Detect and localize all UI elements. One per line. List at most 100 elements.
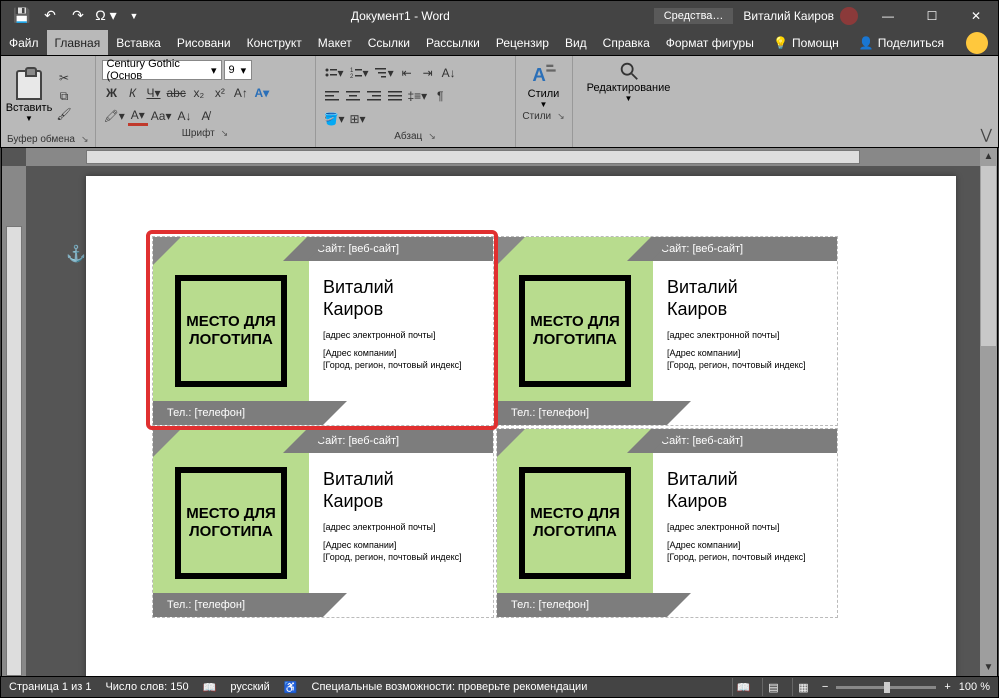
page-status[interactable]: Страница 1 из 1: [9, 681, 91, 693]
line-spacing-button[interactable]: ‡≡▾: [406, 86, 430, 106]
logo-placeholder[interactable]: МЕСТО ДЛЯ ЛОГОТИПА: [175, 275, 287, 387]
change-case-button[interactable]: Aa▾: [149, 106, 174, 126]
zoom-slider[interactable]: [836, 686, 936, 689]
strike-button[interactable]: abc: [165, 83, 188, 103]
tab-format[interactable]: Формат фигуры: [658, 30, 762, 55]
numbering-button[interactable]: 12▾: [347, 63, 371, 83]
print-layout-button[interactable]: ▤: [762, 678, 784, 696]
align-right-button[interactable]: [364, 86, 384, 106]
justify-button[interactable]: [385, 86, 405, 106]
tab-layout[interactable]: Макет: [310, 30, 360, 55]
align-center-button[interactable]: [343, 86, 363, 106]
grow-font-button[interactable]: A↑: [231, 83, 251, 103]
page[interactable]: Сайт: [веб-сайт] МЕСТО ДЛЯ ЛОГОТИПА Вита…: [86, 176, 956, 676]
sort-button[interactable]: A↓: [439, 63, 459, 83]
cut-button[interactable]: ✂: [55, 70, 73, 86]
smiley-icon[interactable]: [966, 32, 988, 54]
copy-button[interactable]: ⧉: [55, 88, 73, 104]
borders-button[interactable]: ⊞▾: [347, 109, 367, 129]
title-bar: 💾 ↶ ↷ Ω ▾ ▼ Документ1 - Word Средства… В…: [0, 0, 999, 30]
tab-design[interactable]: Конструкт: [239, 30, 310, 55]
spellcheck-icon[interactable]: 📖: [203, 681, 217, 694]
omega-button[interactable]: Ω ▾: [93, 3, 119, 29]
minimize-button[interactable]: —: [866, 1, 910, 31]
web-layout-button[interactable]: ▦: [792, 678, 814, 696]
text-effects-button[interactable]: A▾: [252, 83, 272, 103]
logo-placeholder[interactable]: МЕСТО ДЛЯ ЛОГОТИПА: [519, 275, 631, 387]
tab-view[interactable]: Вид: [557, 30, 595, 55]
logo-placeholder[interactable]: МЕСТО ДЛЯ ЛОГОТИПА: [175, 467, 287, 579]
accessibility-icon[interactable]: ♿: [284, 681, 298, 694]
zoom-in-button[interactable]: +: [944, 681, 950, 693]
bold-button[interactable]: Ж: [102, 83, 122, 103]
shading-button[interactable]: 🪣▾: [322, 109, 347, 129]
format-painter-button[interactable]: 🖌: [55, 106, 73, 122]
tab-help[interactable]: Справка: [595, 30, 658, 55]
scroll-up-button[interactable]: ▲: [980, 148, 997, 165]
superscript-button[interactable]: x²: [210, 83, 230, 103]
business-card[interactable]: Сайт: [веб-сайт] МЕСТО ДЛЯ ЛОГОТИПА Вита…: [152, 428, 494, 618]
tab-insert[interactable]: Вставка: [108, 30, 169, 55]
qat-customize[interactable]: ▼: [121, 3, 147, 29]
editing-label: Редактирование: [587, 82, 671, 94]
business-card[interactable]: Сайт: [веб-сайт] МЕСТО ДЛЯ ЛОГОТИПА Вита…: [496, 236, 838, 426]
accessibility-status[interactable]: Специальные возможности: проверьте реком…: [312, 681, 588, 693]
user-account[interactable]: Виталий Каиров: [743, 7, 858, 25]
svg-text:A: A: [532, 64, 545, 85]
bullets-button[interactable]: ▾: [322, 63, 346, 83]
increase-indent-button[interactable]: ⇥: [418, 63, 438, 83]
italic-button[interactable]: К: [123, 83, 143, 103]
redo-button[interactable]: ↷: [65, 3, 91, 29]
show-marks-button[interactable]: ¶: [430, 86, 450, 106]
underline-button[interactable]: Ч▾: [144, 83, 164, 103]
lightbulb-icon: 💡: [773, 36, 788, 50]
language-status[interactable]: русский: [230, 681, 269, 693]
tab-draw[interactable]: Рисовани: [169, 30, 239, 55]
subscript-button[interactable]: x₂: [189, 83, 209, 103]
scroll-thumb[interactable]: [981, 166, 996, 346]
font-family-select[interactable]: Century Gothic (Основ▾: [102, 60, 222, 80]
clipboard-launcher[interactable]: ↘: [81, 134, 89, 145]
shrink-font-button[interactable]: A↓: [174, 106, 194, 126]
business-card[interactable]: Сайт: [веб-сайт] МЕСТО ДЛЯ ЛОГОТИПА Вита…: [496, 428, 838, 618]
paragraph-launcher[interactable]: ↘: [428, 131, 436, 142]
share-button[interactable]: 👤 Поделиться: [851, 36, 952, 50]
tab-references[interactable]: Ссылки: [360, 30, 418, 55]
group-clipboard: Вставить ▼ ✂ ⧉ 🖌 Буфер обмена↘: [1, 56, 96, 147]
font-launcher[interactable]: ↘: [221, 128, 229, 139]
font-color-button[interactable]: A▾: [128, 106, 148, 126]
font-size-select[interactable]: 9▾: [224, 60, 252, 80]
styles-button[interactable]: A Стили ▼: [522, 60, 566, 109]
align-left-button[interactable]: [322, 86, 342, 106]
save-button[interactable]: 💾: [9, 3, 35, 29]
highlight-button[interactable]: 🖍▾: [102, 106, 127, 126]
paste-button[interactable]: Вставить ▼: [7, 60, 51, 132]
horizontal-ruler[interactable]: [26, 148, 980, 166]
decrease-indent-button[interactable]: ⇤: [397, 63, 417, 83]
close-button[interactable]: ✕: [954, 1, 998, 31]
word-count[interactable]: Число слов: 150: [105, 681, 188, 693]
zoom-out-button[interactable]: −: [822, 681, 828, 693]
undo-button[interactable]: ↶: [37, 3, 63, 29]
logo-placeholder[interactable]: МЕСТО ДЛЯ ЛОГОТИПА: [519, 467, 631, 579]
share-icon: 👤: [859, 36, 874, 50]
clear-formatting-button[interactable]: A̸: [195, 106, 215, 126]
multilevel-button[interactable]: ▾: [372, 63, 396, 83]
maximize-button[interactable]: ☐: [910, 1, 954, 31]
tab-mailings[interactable]: Рассылки: [418, 30, 488, 55]
tab-review[interactable]: Рецензир: [488, 30, 557, 55]
read-mode-button[interactable]: 📖: [732, 678, 754, 696]
vertical-scrollbar[interactable]: ▲ ▼: [980, 148, 997, 676]
share-label: Поделиться: [878, 36, 944, 50]
tab-home[interactable]: Главная: [47, 30, 109, 55]
tab-file[interactable]: Файл: [1, 30, 47, 55]
zoom-level[interactable]: 100 %: [959, 681, 990, 693]
business-card[interactable]: Сайт: [веб-сайт] МЕСТО ДЛЯ ЛОГОТИПА Вита…: [152, 236, 494, 426]
tell-me[interactable]: 💡 Помощн: [765, 36, 847, 50]
document-area: ⚓ ✥ Сайт: [веб-сайт] МЕСТО ДЛЯ ЛОГОТИПА …: [1, 148, 998, 676]
scroll-down-button[interactable]: ▼: [980, 659, 997, 676]
editing-button[interactable]: Редактирование ▼: [579, 60, 679, 103]
vertical-ruler[interactable]: [2, 166, 26, 676]
collapse-ribbon-button[interactable]: ⋁: [981, 126, 992, 143]
styles-launcher[interactable]: ↘: [557, 111, 565, 122]
